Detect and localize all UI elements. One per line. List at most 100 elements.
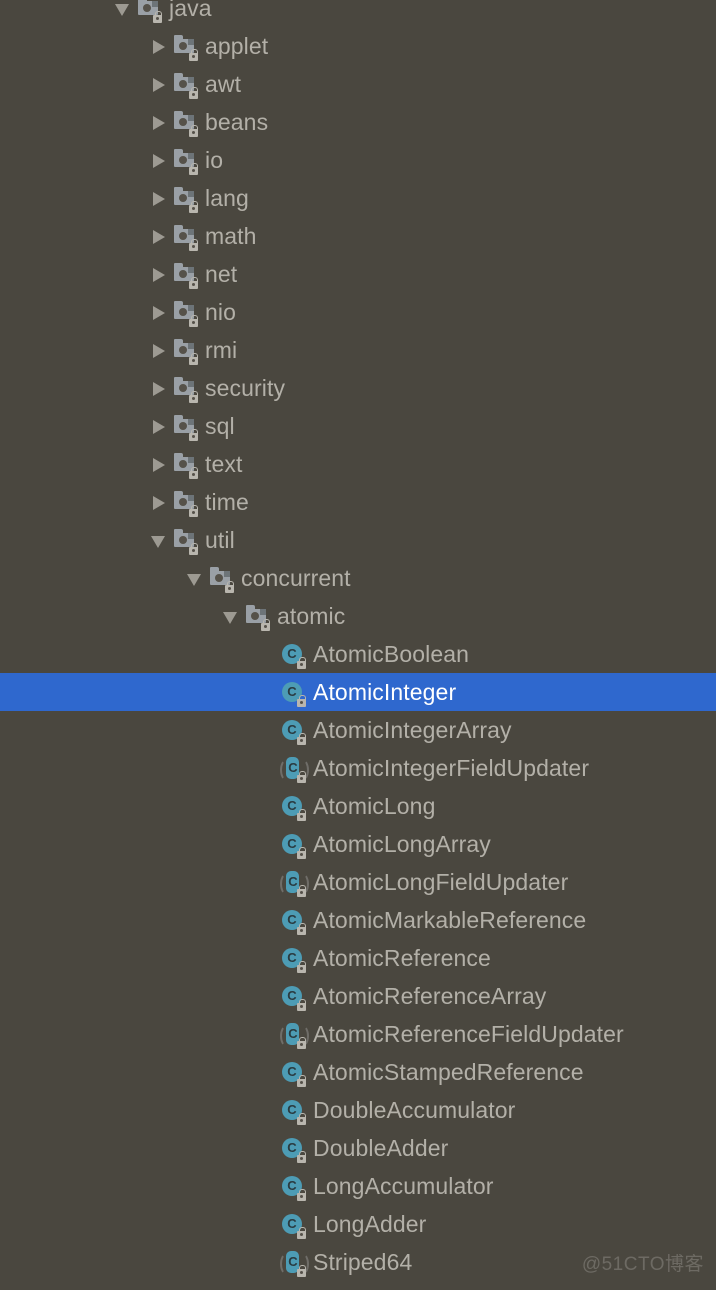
tree-row[interactable]: CAtomicReference bbox=[0, 939, 716, 977]
tree-item-label: AtomicIntegerFieldUpdater bbox=[313, 749, 589, 787]
chevron-right-icon[interactable] bbox=[146, 179, 172, 217]
lock-badge-icon bbox=[188, 391, 199, 403]
tree-item-label: math bbox=[205, 217, 257, 255]
tree-row[interactable]: CAtomicStampedReference bbox=[0, 1053, 716, 1091]
lock-badge-icon bbox=[260, 619, 271, 631]
class-icon: C bbox=[280, 641, 306, 667]
tree-row[interactable]: CStriped64 bbox=[0, 1243, 716, 1281]
chevron-right-icon[interactable] bbox=[146, 483, 172, 521]
tree-row[interactable]: CDoubleAccumulator bbox=[0, 1091, 716, 1129]
package-folder-icon bbox=[172, 337, 198, 363]
lock-badge-icon bbox=[188, 467, 199, 479]
chevron-right-icon[interactable] bbox=[146, 445, 172, 483]
package-folder-icon bbox=[172, 223, 198, 249]
chevron-right-icon[interactable] bbox=[146, 369, 172, 407]
tree-row[interactable]: CLongAccumulator bbox=[0, 1167, 716, 1205]
package-folder-icon bbox=[136, 0, 162, 21]
lock-badge-icon bbox=[296, 923, 307, 935]
package-folder-icon bbox=[172, 413, 198, 439]
tree-row[interactable]: C AtomicLongArray bbox=[0, 825, 716, 863]
tree-row[interactable]: concurrent bbox=[0, 559, 716, 597]
chevron-right-icon[interactable] bbox=[146, 65, 172, 103]
tree-row[interactable]: CAtomicLong bbox=[0, 787, 716, 825]
lock-badge-icon bbox=[296, 885, 307, 897]
lock-badge-icon bbox=[296, 999, 307, 1011]
tree-row[interactable]: lang bbox=[0, 179, 716, 217]
tree-item-label: AtomicMarkableReference bbox=[313, 901, 586, 939]
chevron-down-icon[interactable] bbox=[218, 597, 244, 635]
tree-row[interactable]: CAtomicLongFieldUpdater bbox=[0, 863, 716, 901]
twisty-placeholder bbox=[254, 1129, 280, 1167]
tree-row[interactable]: text bbox=[0, 445, 716, 483]
class-icon: C bbox=[280, 831, 306, 857]
tree-row[interactable]: CLongAdder bbox=[0, 1205, 716, 1243]
tree-item-label: AtomicLongArray bbox=[313, 825, 491, 863]
tree-row[interactable]: CAtomicReferenceArray bbox=[0, 977, 716, 1015]
tree-row[interactable]: CAtomicIntegerArray bbox=[0, 711, 716, 749]
tree-item-label: AtomicLongFieldUpdater bbox=[313, 863, 568, 901]
tree-row[interactable]: CAtomicMarkableReference bbox=[0, 901, 716, 939]
chevron-right-icon[interactable] bbox=[146, 141, 172, 179]
tree-row[interactable]: atomic bbox=[0, 597, 716, 635]
class-icon: C bbox=[280, 1135, 306, 1161]
lock-badge-icon bbox=[296, 1075, 307, 1087]
tree-row[interactable]: CAtomicReferenceFieldUpdater bbox=[0, 1015, 716, 1053]
class-icon: C bbox=[280, 1097, 306, 1123]
lock-badge-icon bbox=[296, 695, 307, 707]
tree-item-label: LongAdder bbox=[313, 1205, 426, 1243]
chevron-right-icon[interactable] bbox=[146, 103, 172, 141]
lock-badge-icon bbox=[296, 1189, 307, 1201]
lock-badge-icon bbox=[296, 1113, 307, 1125]
lock-badge-icon bbox=[296, 733, 307, 745]
tree-row[interactable]: java bbox=[0, 0, 716, 27]
tree-row[interactable]: math bbox=[0, 217, 716, 255]
tree-row[interactable]: util bbox=[0, 521, 716, 559]
tree-row[interactable]: io bbox=[0, 141, 716, 179]
tree-row[interactable]: time bbox=[0, 483, 716, 521]
tree-item-label: AtomicReferenceFieldUpdater bbox=[313, 1015, 624, 1053]
lock-badge-icon bbox=[188, 49, 199, 61]
tree-row[interactable]: sql bbox=[0, 407, 716, 445]
package-folder-icon bbox=[172, 527, 198, 553]
chevron-right-icon[interactable] bbox=[146, 293, 172, 331]
chevron-down-icon[interactable] bbox=[146, 521, 172, 559]
tree-row[interactable]: net bbox=[0, 255, 716, 293]
tree-row[interactable]: nio bbox=[0, 293, 716, 331]
tree-item-label: LongAccumulator bbox=[313, 1167, 494, 1205]
chevron-right-icon[interactable] bbox=[146, 255, 172, 293]
tree-row[interactable]: rmi bbox=[0, 331, 716, 369]
package-folder-icon bbox=[244, 603, 270, 629]
tree-item-label: AtomicReference bbox=[313, 939, 491, 977]
package-folder-icon bbox=[208, 565, 234, 591]
package-folder-icon bbox=[172, 33, 198, 59]
lock-badge-icon bbox=[152, 11, 163, 23]
tree-row[interactable]: security bbox=[0, 369, 716, 407]
tree-item-label: sql bbox=[205, 407, 235, 445]
twisty-placeholder bbox=[254, 1167, 280, 1205]
tree-row[interactable]: beans bbox=[0, 103, 716, 141]
chevron-right-icon[interactable] bbox=[146, 27, 172, 65]
tree-row[interactable]: awt bbox=[0, 65, 716, 103]
lock-badge-icon bbox=[188, 201, 199, 213]
package-folder-icon bbox=[172, 109, 198, 135]
tree-row[interactable]: CAtomicIntegerFieldUpdater bbox=[0, 749, 716, 787]
chevron-right-icon[interactable] bbox=[146, 217, 172, 255]
abstract-class-icon: C bbox=[280, 1249, 306, 1275]
tree-rows: javaappletawtbeansiolangmathnetniormisec… bbox=[0, 0, 716, 1281]
chevron-right-icon[interactable] bbox=[146, 331, 172, 369]
project-tree[interactable]: javaappletawtbeansiolangmathnetniormisec… bbox=[0, 0, 716, 1290]
twisty-placeholder bbox=[254, 1015, 280, 1053]
twisty-placeholder bbox=[254, 1205, 280, 1243]
tree-row[interactable]: CAtomicInteger bbox=[0, 673, 716, 711]
tree-row[interactable]: applet bbox=[0, 27, 716, 65]
chevron-down-icon[interactable] bbox=[110, 0, 136, 27]
package-folder-icon bbox=[172, 451, 198, 477]
tree-item-label: DoubleAdder bbox=[313, 1129, 448, 1167]
chevron-right-icon[interactable] bbox=[146, 407, 172, 445]
tree-item-label: util bbox=[205, 521, 235, 559]
chevron-down-icon[interactable] bbox=[182, 559, 208, 597]
tree-row[interactable]: CAtomicBoolean bbox=[0, 635, 716, 673]
lock-badge-icon bbox=[296, 809, 307, 821]
tree-row[interactable]: C DoubleAdder bbox=[0, 1129, 716, 1167]
twisty-placeholder bbox=[254, 711, 280, 749]
